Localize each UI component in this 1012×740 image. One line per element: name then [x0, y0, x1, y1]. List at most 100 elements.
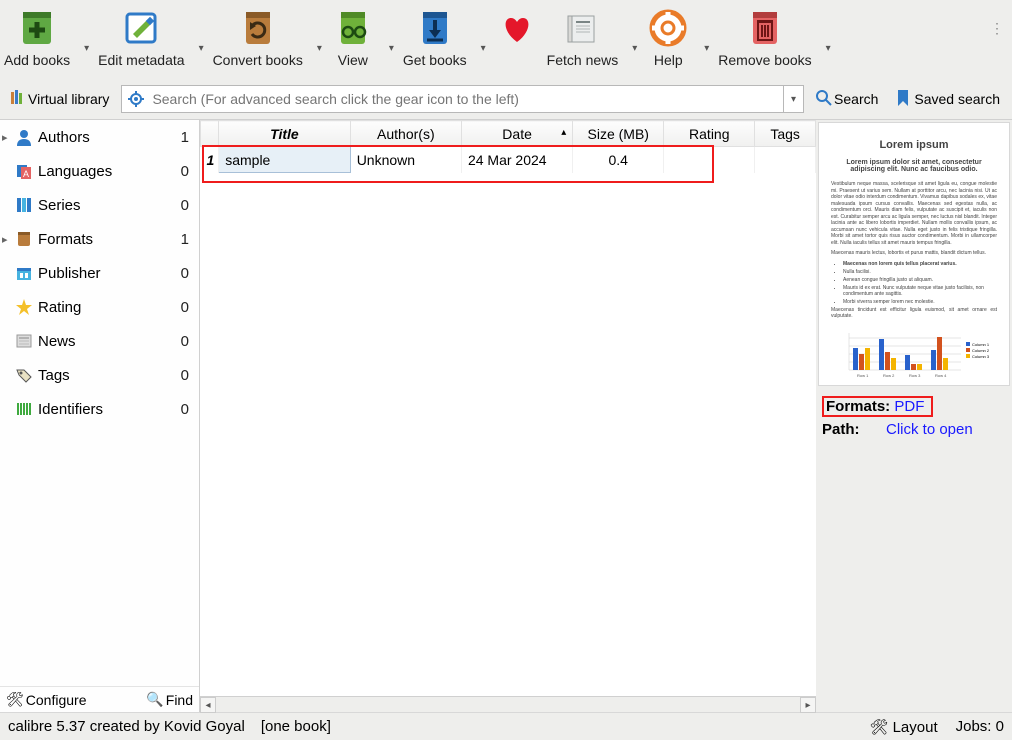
remove-books-label: Remove books	[718, 52, 811, 68]
column-header-tags[interactable]: Tags	[755, 121, 816, 147]
publisher-icon	[14, 263, 34, 283]
view-label: View	[338, 52, 368, 68]
fetch-news-label: Fetch news	[547, 52, 619, 68]
series-icon	[14, 195, 34, 215]
main-toolbar: Add books ▾ Edit metadata ▾ Convert book…	[0, 0, 1012, 82]
find-button[interactable]: 🔍 Find	[146, 691, 193, 708]
edit-metadata-button[interactable]: Edit metadata	[94, 4, 188, 68]
category-count: 0	[181, 163, 191, 180]
jobs-indicator[interactable]: Jobs: 0	[956, 718, 1004, 735]
get-books-label: Get books	[403, 52, 467, 68]
convert-books-dropdown[interactable]: ▾	[307, 43, 327, 54]
get-books-dropdown[interactable]: ▾	[471, 43, 491, 54]
donate-button[interactable]	[491, 4, 543, 68]
tag-browser-tags[interactable]: Tags 0	[0, 358, 199, 392]
saved-search-button[interactable]: Saved search	[890, 88, 1006, 111]
tag-browser-series[interactable]: Series 0	[0, 188, 199, 222]
convert-books-label: Convert books	[213, 52, 303, 68]
formats-link[interactable]: PDF	[894, 398, 924, 415]
scroll-left-icon[interactable]: ◂	[200, 697, 216, 713]
category-count: 0	[181, 265, 191, 282]
category-count: 0	[181, 299, 191, 316]
expander-icon[interactable]: ▸	[2, 233, 14, 246]
search-gear-icon[interactable]	[122, 86, 150, 112]
find-label: Find	[166, 692, 193, 708]
category-label: Series	[38, 197, 181, 214]
expander-icon[interactable]: ▸	[2, 131, 14, 144]
scroll-right-icon[interactable]: ▸	[800, 697, 816, 713]
path-link[interactable]: Click to open	[886, 421, 973, 438]
tag-browser-panel: ▸ Authors 1 A Languages 0 Series 0 ▸ For…	[0, 120, 200, 712]
convert-books-button[interactable]: Convert books	[209, 4, 307, 68]
get-books-button[interactable]: Get books	[399, 4, 471, 68]
column-header-rating[interactable]: Rating	[664, 121, 755, 147]
bookmark-icon	[896, 90, 910, 109]
languages-icon: A	[14, 161, 34, 181]
add-books-dropdown[interactable]: ▾	[74, 43, 94, 54]
cell-rating	[664, 147, 755, 173]
category-label: News	[38, 333, 181, 350]
authors-icon	[14, 127, 34, 147]
column-header-size[interactable]: Size (MB)	[573, 121, 664, 147]
svg-text:Row 2: Row 2	[883, 373, 895, 378]
svg-text:A: A	[23, 169, 29, 179]
category-count: 0	[181, 333, 191, 350]
remove-books-dropdown[interactable]: ▾	[816, 43, 836, 54]
sort-asc-icon: ▴	[561, 127, 566, 138]
saved-search-label: Saved search	[914, 91, 1000, 107]
configure-button[interactable]: 🛠 Configure	[6, 691, 86, 708]
search-history-dropdown[interactable]: ▾	[783, 86, 803, 112]
tag-browser-rating[interactable]: Rating 0	[0, 290, 199, 324]
layout-label: Layout	[893, 719, 938, 736]
table-row[interactable]: 1 sample Unknown 24 Mar 2024 0.4	[201, 147, 816, 173]
column-header-index[interactable]	[201, 121, 219, 147]
column-header-title[interactable]: Title	[219, 121, 350, 147]
view-dropdown[interactable]: ▾	[379, 43, 399, 54]
tag-browser-publisher[interactable]: Publisher 0	[0, 256, 199, 290]
toolbar-overflow-icon[interactable]: ⋮	[982, 4, 1012, 53]
search-icon	[816, 90, 832, 109]
tag-browser-formats[interactable]: ▸ Formats 1	[0, 222, 199, 256]
add-books-label: Add books	[4, 52, 70, 68]
cell-tags	[755, 147, 816, 173]
virtual-library-icon	[10, 90, 24, 109]
column-header-author[interactable]: Author(s)	[350, 121, 461, 147]
edit-metadata-label: Edit metadata	[98, 52, 184, 68]
fetch-news-icon	[560, 6, 604, 50]
category-label: Rating	[38, 299, 181, 316]
remove-books-button[interactable]: Remove books	[714, 4, 815, 68]
search-box-wrap: ▾	[121, 85, 804, 113]
fetch-news-button[interactable]: Fetch news	[543, 4, 623, 68]
book-list-panel: Title Author(s) Date▴ Size (MB) Rating T…	[200, 120, 816, 712]
fetch-news-dropdown[interactable]: ▾	[622, 43, 642, 54]
view-icon	[331, 6, 375, 50]
wrench-icon: 🛠	[6, 691, 24, 708]
cover-para: Maecenas mauris lectus, lobortis et puru…	[831, 250, 997, 257]
search-input[interactable]	[150, 86, 783, 112]
search-button[interactable]: Search	[810, 88, 884, 111]
tag-browser-identifiers[interactable]: Identifiers 0	[0, 392, 199, 426]
help-label: Help	[654, 52, 683, 68]
tag-browser-languages[interactable]: A Languages 0	[0, 154, 199, 188]
cell-title[interactable]: sample	[219, 147, 350, 173]
column-header-date[interactable]: Date▴	[461, 121, 572, 147]
virtual-library-button[interactable]: Virtual library	[4, 88, 115, 111]
tag-browser-authors[interactable]: ▸ Authors 1	[0, 120, 199, 154]
formats-icon	[14, 229, 34, 249]
help-button[interactable]: Help	[642, 4, 694, 68]
cover-preview[interactable]: Lorem ipsum Lorem ipsum dolor sit amet, …	[818, 122, 1010, 386]
add-books-button[interactable]: Add books	[0, 4, 74, 68]
horizontal-scrollbar[interactable]: ◂ ▸	[200, 696, 816, 712]
remove-books-icon	[743, 6, 787, 50]
layout-button[interactable]: 🛠 Layout	[869, 718, 937, 736]
category-count: 0	[181, 367, 191, 384]
tag-browser-footer: 🛠 Configure 🔍 Find	[0, 686, 199, 712]
help-dropdown[interactable]: ▾	[694, 43, 714, 54]
view-button[interactable]: View	[327, 4, 379, 68]
table-header-row: Title Author(s) Date▴ Size (MB) Rating T…	[201, 121, 816, 147]
edit-metadata-dropdown[interactable]: ▾	[189, 43, 209, 54]
status-credit: calibre 5.37 created by Kovid Goyal	[8, 718, 245, 735]
tag-browser-news[interactable]: News 0	[0, 324, 199, 358]
category-count: 1	[181, 231, 191, 248]
status-bar: calibre 5.37 created by Kovid Goyal [one…	[0, 712, 1012, 740]
